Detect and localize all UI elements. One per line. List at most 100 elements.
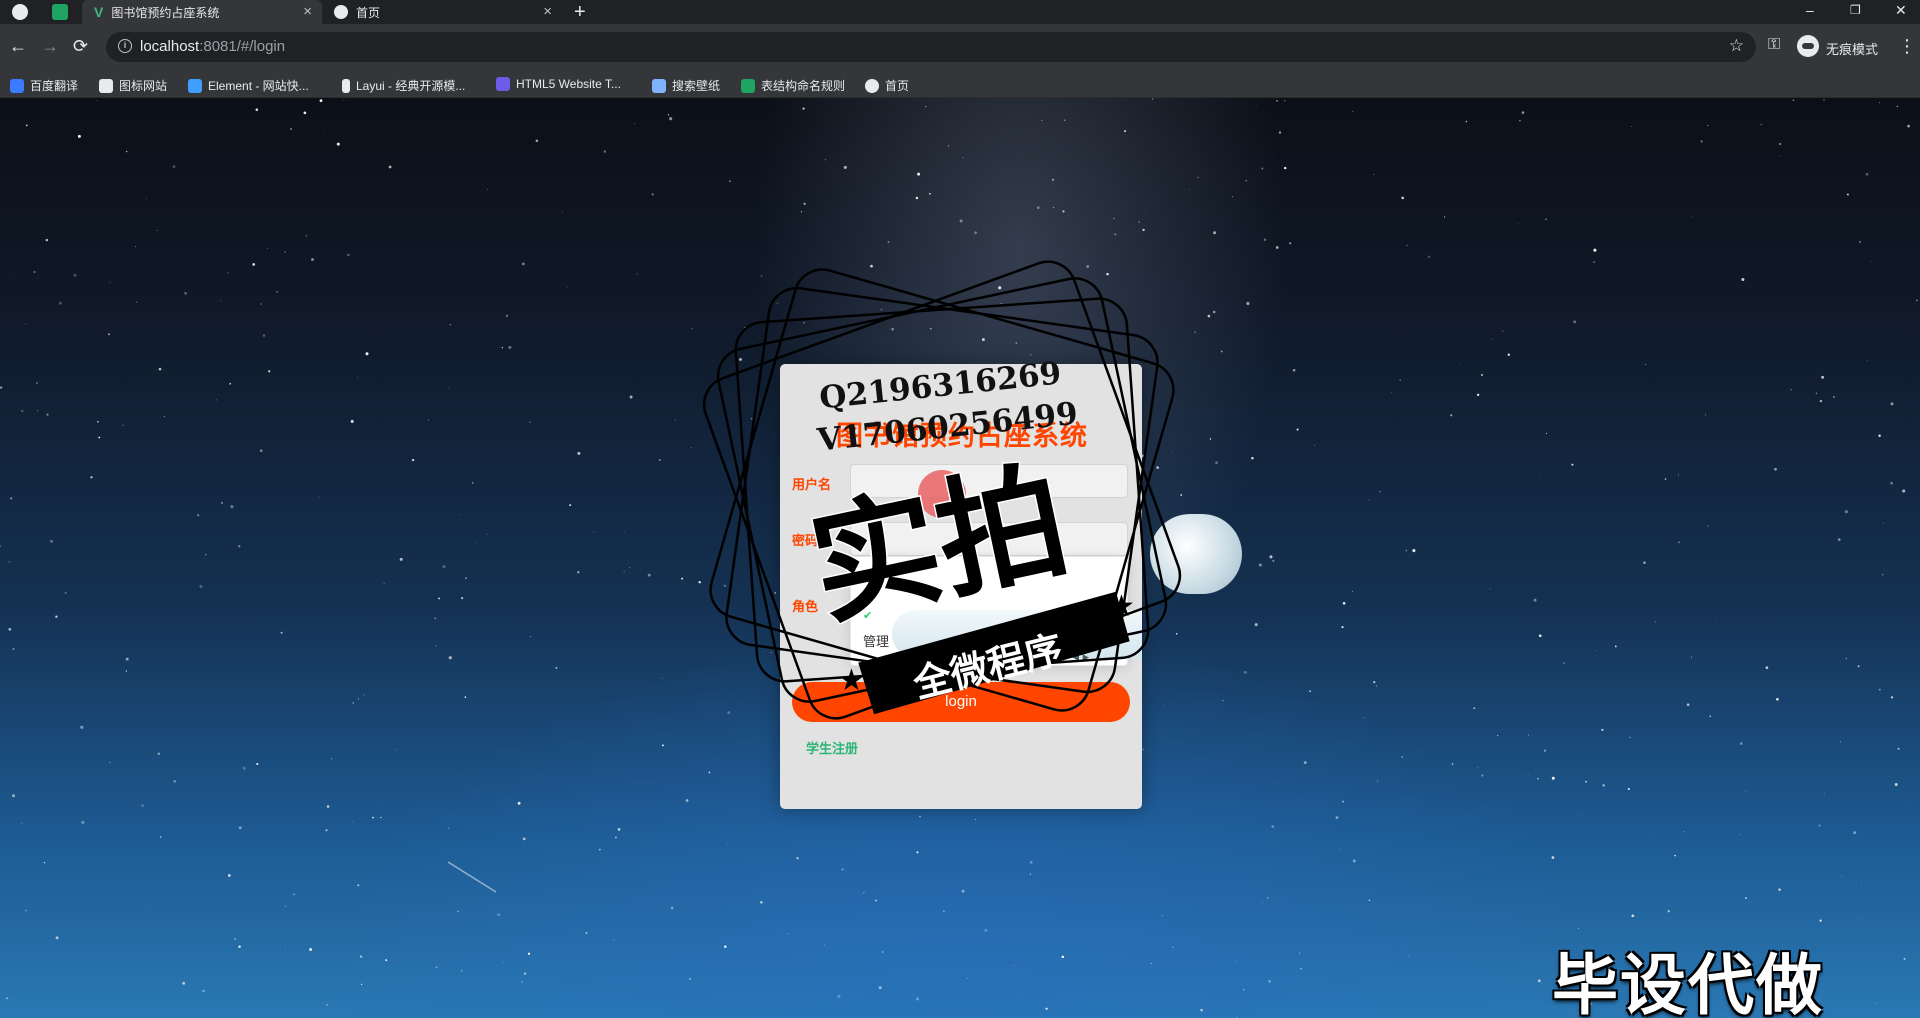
maximize-button[interactable]: ❐ [1850, 0, 1861, 20]
username-input[interactable] [850, 464, 1128, 498]
star [97, 420, 99, 423]
star [357, 698, 360, 700]
role-option[interactable]: 管理 [863, 631, 889, 650]
ime-status-orb[interactable] [1150, 514, 1242, 594]
bookmark-item[interactable]: 搜索壁纸 [652, 77, 720, 94]
back-button[interactable]: ← [9, 36, 27, 56]
window-close-button[interactable]: ✕ [1895, 0, 1907, 20]
star [843, 165, 847, 169]
tab-library-system[interactable]: V 图书馆预约占座系统 × [82, 0, 322, 24]
star [529, 421, 531, 424]
globe-icon[interactable] [12, 4, 28, 20]
star [1878, 688, 1881, 691]
star [35, 381, 39, 385]
star [1200, 1008, 1203, 1012]
star [330, 758, 332, 760]
star [448, 387, 450, 389]
star [502, 961, 504, 963]
key-icon[interactable]: ⚿ [1768, 36, 1780, 54]
bookmark-item[interactable]: Layui - 经典开源模... [342, 77, 465, 94]
star [1156, 466, 1159, 469]
star [1412, 549, 1416, 553]
html5-icon [496, 77, 510, 91]
ime-candidate[interactable]: 有 [996, 649, 1009, 664]
login-button[interactable]: login [792, 682, 1130, 722]
username-label: 用户名 [792, 477, 832, 492]
bookmark-item[interactable]: 表结构命名规则 [741, 77, 845, 94]
bookmark-item[interactable]: Element - 网站快... [188, 77, 309, 94]
star [1124, 130, 1126, 133]
star [1866, 360, 1868, 362]
star [521, 980, 523, 983]
star [1709, 715, 1711, 717]
star [501, 346, 503, 349]
forward-button[interactable]: → [41, 36, 59, 56]
star [449, 323, 452, 326]
star [1207, 314, 1211, 318]
star [1342, 800, 1345, 803]
star [1267, 897, 1269, 899]
star [134, 246, 136, 248]
ime-candidate[interactable]: 5.娴 [1041, 649, 1065, 664]
url-text[interactable]: localhost:8081/#/login [140, 38, 285, 55]
close-icon[interactable]: × [303, 3, 312, 20]
star [1213, 231, 1217, 235]
new-tab-button[interactable]: + [574, 0, 586, 24]
star [1268, 979, 1272, 983]
star [750, 418, 753, 420]
address-bar[interactable]: i localhost:8081/#/login ☆ [106, 32, 1756, 62]
bookmark-star-icon[interactable]: ☆ [1729, 36, 1744, 56]
star [598, 848, 601, 851]
bookmark-item[interactable]: HTML5 Website T... [496, 77, 621, 91]
password-input[interactable] [850, 522, 1128, 556]
star [145, 198, 147, 200]
star [1841, 876, 1842, 878]
star [1450, 414, 1453, 417]
star [1866, 400, 1868, 401]
star [46, 413, 49, 416]
bookmark-item[interactable]: 首页 [865, 77, 909, 94]
close-icon[interactable]: × [543, 3, 552, 20]
info-icon[interactable]: i [118, 39, 132, 53]
menu-icon[interactable]: ⋮ [1898, 36, 1916, 57]
star [10, 497, 13, 500]
star [256, 762, 259, 766]
star [98, 436, 101, 439]
star [651, 193, 654, 196]
star [199, 584, 203, 589]
ime-candidate[interactable]: 2.图 [954, 649, 978, 664]
star [760, 901, 763, 904]
sheet-icon [741, 78, 755, 93]
sheet-icon[interactable] [52, 4, 68, 20]
tab-strip: V 图书馆预约占座系统 × 首页 × + – ❐ ✕ [0, 0, 1920, 24]
star [1790, 388, 1793, 391]
star [352, 821, 353, 823]
bookmark-item[interactable]: 百度翻译 [10, 77, 78, 94]
star [614, 836, 617, 839]
student-register-link[interactable]: 学生注册 [806, 738, 858, 757]
star [303, 111, 307, 115]
star [1271, 825, 1275, 828]
star [1037, 206, 1040, 210]
star [1779, 155, 1780, 157]
bookmark-item[interactable]: 图标网站 [99, 77, 167, 94]
star [435, 645, 437, 647]
star [739, 358, 742, 361]
incognito-label[interactable]: 无痕模式 [1826, 39, 1878, 58]
star [438, 597, 441, 600]
star [870, 264, 873, 268]
star [1341, 626, 1344, 629]
minimize-button[interactable]: – [1806, 0, 1814, 20]
incognito-icon[interactable] [1797, 35, 1819, 57]
star [1897, 747, 1900, 750]
star [623, 531, 625, 533]
tab-home[interactable]: 首页 × [328, 0, 562, 24]
ime-page-arrows-icon[interactable]: ◂ ▸ [1073, 649, 1090, 664]
star [689, 978, 691, 980]
star [319, 99, 323, 103]
star [1890, 696, 1894, 699]
star [1142, 748, 1145, 751]
reload-button[interactable]: ⟳ [73, 36, 88, 56]
role-option[interactable]: a1 [863, 571, 877, 586]
star [350, 419, 354, 423]
